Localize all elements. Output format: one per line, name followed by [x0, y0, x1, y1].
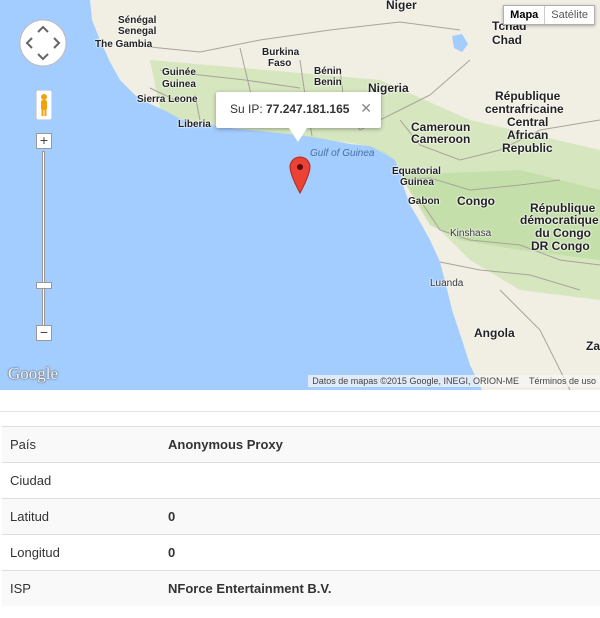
map-view[interactable]: Niger Sénégal Senegal The Gambia Burkina…	[0, 0, 600, 390]
row-value-city	[160, 462, 600, 499]
row-value-latitude: 0	[160, 498, 600, 535]
zoom-slider-track[interactable]	[42, 151, 45, 327]
map-data-credit: Datos de mapas ©2015 Google, INEGI, ORIO…	[312, 376, 519, 386]
table-row: ISP NForce Entertainment B.V.	[2, 570, 600, 606]
row-label-city: Ciudad	[2, 462, 160, 499]
ip-prefix: Su IP:	[230, 102, 267, 116]
zoom-slider-thumb[interactable]	[36, 282, 52, 289]
label-rca-4: African	[507, 128, 549, 142]
table-row: País Anonymous Proxy	[2, 426, 600, 463]
label-benin: Benin	[314, 77, 342, 88]
table-row: Longitud 0	[2, 534, 600, 571]
map-type-control: Mapa Satélite	[503, 5, 595, 25]
table-row: Latitud 0	[2, 498, 600, 535]
label-liberia: Liberia	[178, 119, 211, 130]
label-rca-5: Republic	[502, 141, 553, 155]
label-burkina-1: Burkina	[262, 47, 300, 58]
map-type-map-button[interactable]: Mapa	[504, 6, 546, 24]
row-value-isp: NForce Entertainment B.V.	[160, 570, 600, 606]
label-gulf-of-guinea: Gulf of Guinea	[310, 148, 375, 159]
label-rdc-3: du Congo	[535, 226, 591, 240]
pan-control-icon[interactable]	[18, 18, 68, 68]
label-cameroon: Cameroon	[411, 132, 471, 146]
label-chad: Chad	[492, 33, 522, 47]
label-eq-guinea-2: Guinea	[400, 177, 434, 188]
close-icon[interactable]: ✕	[360, 100, 372, 117]
label-eq-guinea-1: Equatorial	[392, 166, 441, 177]
row-label-country: País	[2, 426, 160, 463]
label-rca-1: République	[495, 89, 561, 103]
label-burkina-2: Faso	[268, 58, 292, 69]
label-sierra-leone: Sierra Leone	[137, 94, 198, 105]
row-value-longitude: 0	[160, 534, 600, 571]
label-guinee: Guinée	[162, 67, 196, 78]
label-niger: Niger	[386, 0, 417, 12]
label-rca-2: centrafricaine	[485, 102, 564, 116]
google-logo: Google	[8, 364, 59, 383]
label-kinshasa: Kinshasa	[450, 228, 492, 239]
label-rdc-2: démocratique	[520, 213, 599, 227]
row-value-country: Anonymous Proxy	[160, 426, 600, 463]
label-luanda: Luanda	[430, 278, 464, 289]
terms-of-use-link[interactable]: Términos de uso	[529, 376, 596, 386]
label-rdc-4: DR Congo	[531, 239, 590, 253]
label-benin-fr: Bénin	[314, 66, 342, 77]
zoom-in-icon[interactable]: +	[36, 133, 52, 149]
label-senegal: Senegal	[118, 26, 157, 37]
label-senegal-fr: Sénégal	[118, 15, 157, 26]
label-rca-3: Central	[507, 115, 549, 129]
ip-info-window: Su IP: 77.247.181.165 ✕	[216, 92, 381, 142]
divider	[0, 411, 600, 412]
label-gabon: Gabon	[408, 196, 440, 207]
pegman-icon[interactable]	[36, 90, 52, 120]
label-congo: Congo	[457, 194, 495, 208]
ip-address: 77.247.181.165	[266, 102, 350, 116]
map-marker-icon[interactable]	[289, 156, 311, 194]
row-label-longitude: Longitud	[2, 534, 160, 571]
zoom-control: + −	[36, 133, 52, 343]
row-label-isp: ISP	[2, 570, 160, 606]
table-row: Ciudad	[2, 462, 600, 499]
row-label-latitude: Latitud	[2, 498, 160, 535]
map-attribution: Datos de mapas ©2015 Google, INEGI, ORIO…	[308, 375, 600, 387]
label-guinea: Guinea	[162, 79, 196, 90]
info-window-tail	[289, 128, 307, 142]
map-type-satellite-button[interactable]: Satélite	[545, 6, 594, 24]
label-gambia: The Gambia	[95, 39, 153, 50]
zoom-out-icon[interactable]: −	[36, 325, 52, 341]
label-za: Za	[586, 339, 600, 353]
label-angola: Angola	[474, 326, 515, 340]
ip-details-table: País Anonymous Proxy Ciudad Latitud 0 Lo…	[2, 426, 600, 606]
